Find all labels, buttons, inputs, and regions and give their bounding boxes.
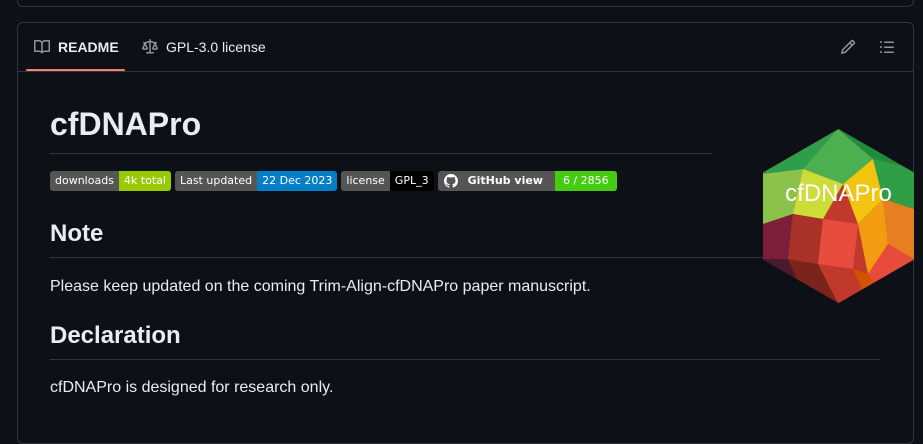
law-icon (142, 39, 158, 54)
readme-tabbar: README GPL-3.0 license (18, 23, 913, 72)
outline-button[interactable] (875, 35, 899, 59)
license-badge[interactable]: license GPL_3 (341, 171, 434, 191)
last-updated-badge[interactable]: Last updated 22 Dec 2023 (174, 171, 338, 191)
declaration-paragraph: cfDNAPro is designed for research only. (50, 379, 334, 396)
badge-label: Last updated (174, 171, 258, 191)
badge-value: GPL_3 (389, 171, 434, 191)
badge-label-text: GitHub view (467, 174, 543, 187)
badge-label: license (341, 171, 390, 191)
pencil-icon (840, 39, 856, 55)
badge-value: 6 / 2856 (554, 171, 617, 191)
logo-text: cfDNAPro (785, 180, 892, 207)
tab-license-label: GPL-3.0 license (166, 39, 266, 55)
list-unordered-icon (880, 41, 894, 53)
tab-license[interactable]: GPL-3.0 license (142, 23, 266, 71)
github-icon (443, 174, 458, 188)
tab-readme[interactable]: README (34, 23, 119, 71)
github-view-badge[interactable]: GitHub view 6 / 2856 (437, 171, 617, 191)
title-divider (50, 153, 712, 154)
section-heading-note: Note (50, 220, 104, 247)
tab-readme-label: README (58, 39, 119, 55)
book-icon (34, 39, 50, 54)
active-tab-indicator (26, 69, 125, 71)
badge-label: GitHub view (437, 171, 555, 191)
previous-panel (17, 0, 914, 7)
badge-label: downloads (50, 171, 119, 191)
edit-file-button[interactable] (836, 35, 860, 59)
section-divider (50, 257, 880, 258)
badge-value: 4k total (118, 171, 171, 191)
note-paragraph: Please keep updated on the coming Trim-A… (50, 278, 591, 295)
section-divider (50, 359, 880, 360)
cfdnapro-hex-logo: cfDNAPro (763, 129, 914, 303)
readme-title: cfDNAPro (50, 106, 202, 142)
badge-row: downloads 4k total Last updated 22 Dec 2… (50, 171, 621, 191)
badge-value: 22 Dec 2023 (257, 171, 338, 191)
section-heading-declaration: Declaration (50, 322, 181, 349)
downloads-badge[interactable]: downloads 4k total (50, 171, 171, 191)
readme-panel: README GPL-3.0 license cfDNAPro download… (17, 22, 914, 444)
